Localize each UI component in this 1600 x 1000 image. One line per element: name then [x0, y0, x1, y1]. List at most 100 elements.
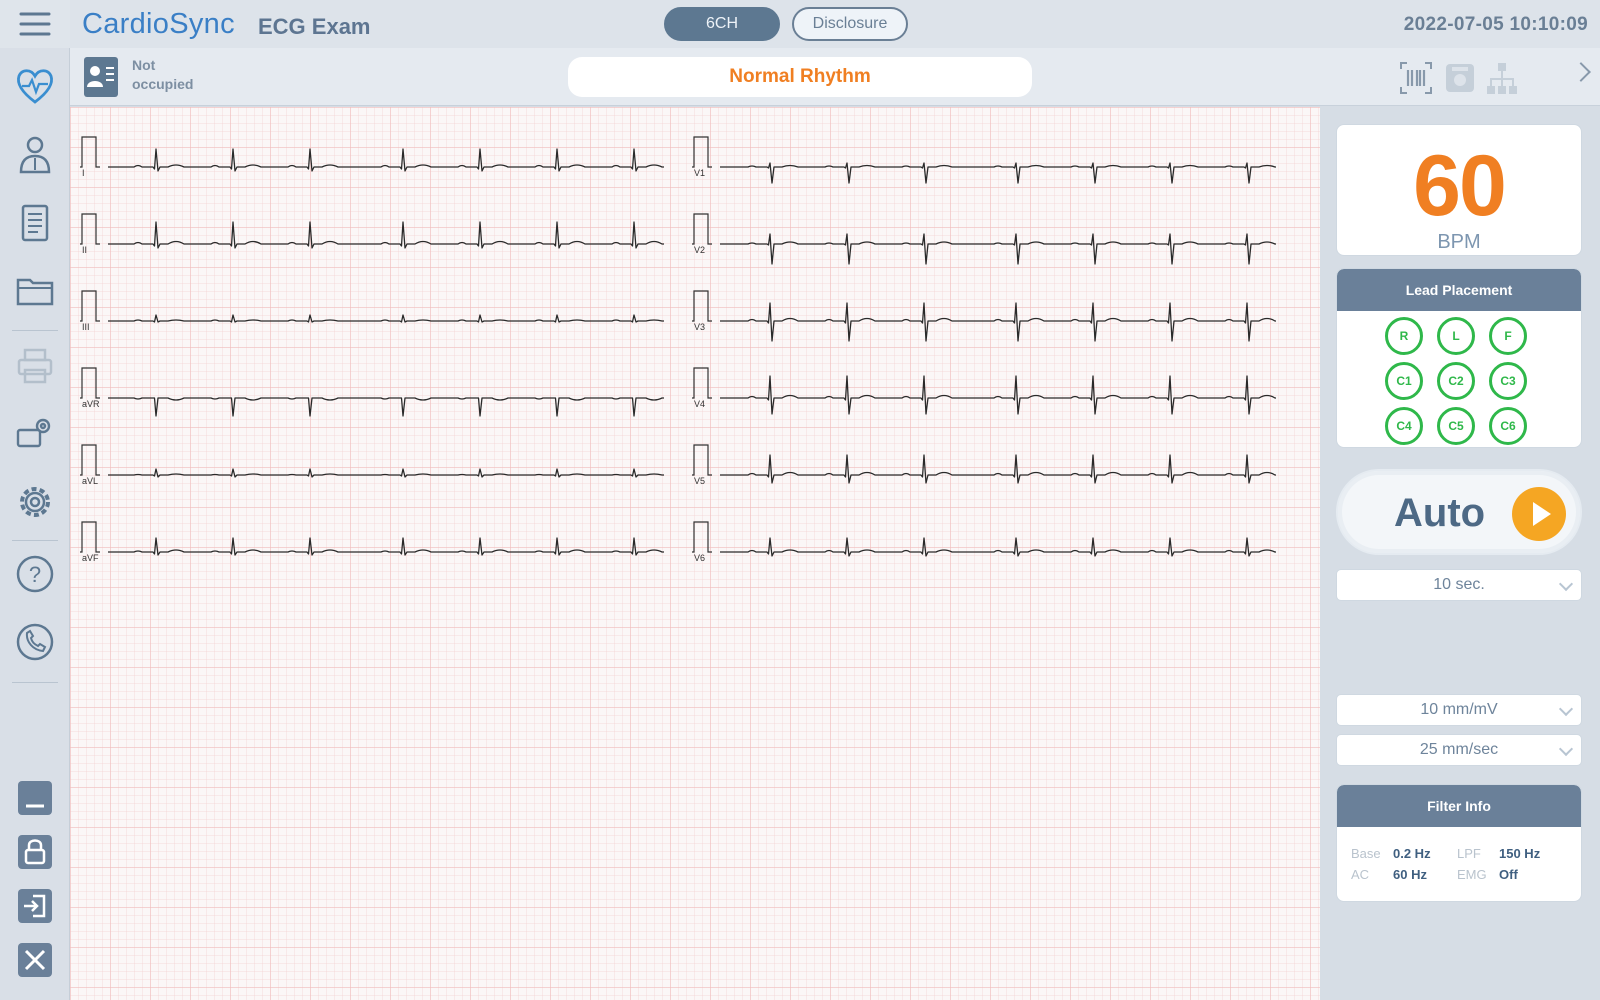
- ecg-trace: [108, 468, 664, 478]
- ecg-trace: [720, 454, 1276, 484]
- filter-value: 0.2 Hz: [1393, 846, 1431, 861]
- sidebar-divider: [12, 330, 58, 331]
- auto-label: Auto: [1394, 491, 1486, 535]
- calibration-pulse: [80, 136, 100, 168]
- storage-icon[interactable]: [1442, 60, 1478, 96]
- filter-value: Off: [1499, 867, 1518, 882]
- close-icon: [18, 943, 52, 977]
- filter-table: Base 0.2 Hz LPF 150 Hz AC 60 Hz EMG Off: [1351, 843, 1571, 885]
- sidebar-divider: [12, 540, 58, 541]
- filter-key: Base: [1351, 846, 1381, 861]
- lead-label: aVF: [82, 553, 99, 563]
- close-button[interactable]: [9, 934, 61, 986]
- ecg-trace: [720, 162, 1276, 184]
- lead-label: II: [82, 245, 87, 255]
- lead-label: V5: [694, 476, 705, 486]
- electrode-c5: C5: [1437, 407, 1475, 445]
- ecg-trace: [108, 537, 664, 556]
- folder-icon: [16, 278, 54, 306]
- call-button[interactable]: [9, 616, 61, 668]
- lead-label: V6: [694, 553, 705, 563]
- ecg-trace: [720, 537, 1276, 557]
- sidebar-divider: [12, 682, 58, 683]
- patient-nav-button[interactable]: [9, 128, 61, 180]
- calibration-pulse: [692, 136, 712, 168]
- electrode-l: L: [1437, 317, 1475, 355]
- logout-icon: [18, 889, 52, 923]
- calibration-pulse: [692, 367, 712, 399]
- calibration-pulse: [80, 290, 100, 322]
- electrode-r: R: [1385, 317, 1423, 355]
- gain-select[interactable]: 10 mm/mV: [1336, 694, 1582, 726]
- filter-value: 150 Hz: [1499, 846, 1541, 861]
- filter-info-card: Filter Info Base 0.2 Hz LPF 150 Hz AC 60…: [1336, 784, 1582, 902]
- gain-value: 10 mm/mV: [1420, 701, 1498, 718]
- ecg-trace: [720, 233, 1276, 265]
- patient-card-icon[interactable]: [83, 55, 119, 99]
- menu-button[interactable]: [0, 0, 70, 48]
- right-panel: 60 BPM Lead Placement R L F C1 C2 C3 C4 …: [1320, 107, 1600, 1000]
- ecg-traces: IIIIIIaVRaVLaVFV1V2V3V4V5V6: [80, 136, 1276, 563]
- patient-bar: Not occupied Normal Rhythm: [70, 48, 1600, 106]
- ecg-trace: [720, 375, 1276, 415]
- calibration-pulse: [80, 367, 100, 399]
- lock-button[interactable]: [9, 826, 61, 878]
- gear-icon: [20, 487, 50, 517]
- logout-button[interactable]: [9, 880, 61, 932]
- electrode-c4: C4: [1385, 407, 1423, 445]
- heart-icon: [17, 69, 53, 104]
- ecg-trace: [108, 221, 664, 249]
- minimize-icon: [18, 781, 52, 815]
- patient-icon: [19, 136, 51, 174]
- help-icon: ?: [16, 555, 54, 593]
- lead-label: V4: [694, 399, 705, 409]
- print-button[interactable]: [9, 340, 61, 392]
- ecg-trace: [108, 148, 664, 172]
- filter-key: LPF: [1457, 846, 1481, 861]
- calibration-pulse: [80, 213, 100, 245]
- barcode-icon[interactable]: [1398, 60, 1434, 96]
- tab-disclosure[interactable]: Disclosure: [792, 7, 908, 41]
- filter-info-title: Filter Info: [1337, 785, 1581, 827]
- electrode-c3: C3: [1489, 362, 1527, 400]
- settings-button[interactable]: [9, 476, 61, 528]
- electrode-f: F: [1489, 317, 1527, 355]
- speed-select[interactable]: 25 mm/sec: [1336, 734, 1582, 766]
- heart-rate-value: 60: [1413, 138, 1507, 234]
- minimize-button[interactable]: [9, 772, 61, 824]
- filter-value: 60 Hz: [1393, 867, 1427, 882]
- device-settings-icon: [16, 418, 51, 448]
- ecg-trace: [720, 302, 1276, 342]
- calibration-pulse: [80, 521, 100, 553]
- calibration-pulse: [692, 213, 712, 245]
- filter-row: AC 60 Hz EMG Off: [1351, 864, 1571, 885]
- network-icon[interactable]: [1484, 60, 1520, 96]
- ecg-exam-nav-button[interactable]: [9, 60, 61, 112]
- chevron-right-icon[interactable]: [1571, 62, 1591, 82]
- ecg-waveform-area: I II III aVR aVL aVF V1 V2 V3 V4 V5 V6: [70, 107, 1320, 1000]
- patient-status-line: Not: [132, 57, 156, 73]
- auto-acquire-button[interactable]: Auto: [1336, 469, 1582, 555]
- sidebar: ?: [0, 0, 70, 1000]
- duration-select[interactable]: 10 sec.: [1336, 569, 1582, 601]
- device-settings-button[interactable]: [9, 408, 61, 460]
- filter-key: EMG: [1457, 867, 1487, 882]
- lead-placement-card: Lead Placement R L F C1 C2 C3 C4 C5 C6: [1336, 268, 1582, 448]
- heart-rate-unit: BPM: [1437, 231, 1481, 253]
- datetime-display: 2022-07-05 10:10:09: [1403, 14, 1588, 35]
- patient-status: Not occupied: [132, 56, 222, 94]
- chevron-down-icon: [1558, 701, 1574, 717]
- lock-icon: [18, 835, 52, 869]
- svg-text:?: ?: [29, 562, 41, 587]
- help-button[interactable]: ?: [9, 548, 61, 600]
- files-nav-button[interactable]: [9, 264, 61, 316]
- lead-label: V1: [694, 168, 705, 178]
- ecg-trace: [108, 314, 664, 323]
- calibration-pulse: [80, 444, 100, 476]
- tab-6ch[interactable]: 6CH: [664, 7, 780, 41]
- filter-row: Base 0.2 Hz LPF 150 Hz: [1351, 843, 1571, 864]
- lead-label: III: [82, 322, 90, 332]
- electrode-grid: R L F C1 C2 C3 C4 C5 C6: [1385, 317, 1545, 445]
- records-nav-button[interactable]: [9, 196, 61, 248]
- screen-title: ECG Exam: [258, 14, 371, 39]
